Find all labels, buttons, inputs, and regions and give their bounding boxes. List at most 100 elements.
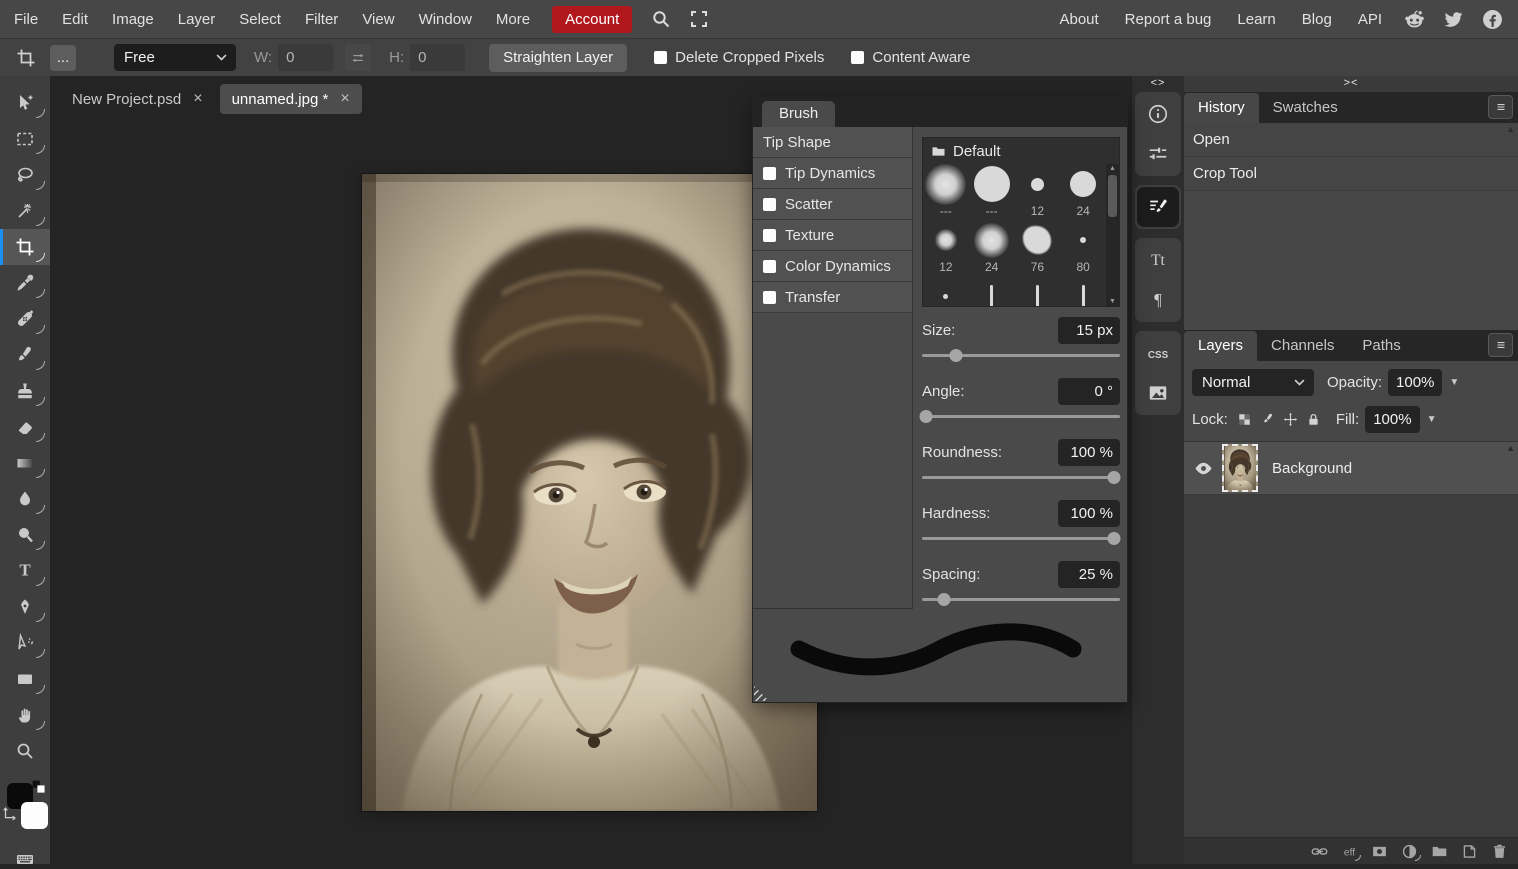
checkbox-box[interactable] <box>763 228 776 242</box>
brush-preset[interactable]: 12 <box>1015 164 1061 220</box>
dodge-tool[interactable] <box>0 517 50 553</box>
slider-thumb[interactable] <box>949 349 963 362</box>
link-report-a-bug[interactable]: Report a bug <box>1112 11 1225 28</box>
adjustment-button[interactable] <box>1401 843 1421 861</box>
history-menu-button[interactable] <box>1488 95 1513 119</box>
brush-section-color-dynamics[interactable]: Color Dynamics <box>753 251 912 282</box>
slider-value-input[interactable]: 15 px <box>1058 317 1120 344</box>
tool-presets-button[interactable]: ... <box>50 44 76 71</box>
path-select-tool[interactable] <box>0 625 50 661</box>
brush-section-transfer[interactable]: Transfer <box>753 282 912 313</box>
delete-button[interactable] <box>1491 843 1508 860</box>
layer-visibility-toggle[interactable] <box>1184 459 1222 478</box>
checkbox-box[interactable] <box>654 51 668 64</box>
brush-preset[interactable]: 24 <box>1060 164 1106 220</box>
canvas-photo[interactable] <box>362 174 817 811</box>
zoom-tool[interactable] <box>0 733 50 769</box>
slider-thumb[interactable] <box>937 593 951 606</box>
lock-all-button[interactable] <box>1306 412 1321 427</box>
slider-track[interactable] <box>922 531 1121 545</box>
preset-folder-row[interactable]: Default <box>923 138 1119 164</box>
layers-menu-button[interactable] <box>1488 333 1513 357</box>
slider-track[interactable] <box>922 348 1120 362</box>
slider-thumb[interactable] <box>1107 471 1121 484</box>
slider-value-input[interactable]: 25 % <box>1058 561 1120 588</box>
brush-preset[interactable]: 12 <box>923 220 969 276</box>
link-about[interactable]: About <box>1046 11 1111 28</box>
reddit-icon[interactable] <box>1404 9 1425 30</box>
scroll-down-icon[interactable]: ▼ <box>1106 298 1119 305</box>
paragraph-panel-button[interactable]: ¶ <box>1135 280 1181 320</box>
brush-preset[interactable] <box>923 276 969 306</box>
history-tab-swatches[interactable]: Swatches <box>1259 93 1352 123</box>
opacity-dropdown-icon[interactable]: ▼ <box>1449 377 1459 388</box>
document-tab-new-project-psd[interactable]: New Project.psd × <box>60 84 215 114</box>
brush-preset[interactable]: 76 <box>1015 220 1061 276</box>
opacity-value[interactable]: 100% <box>1388 369 1443 396</box>
css-panel-button[interactable]: CSS <box>1135 333 1181 373</box>
brush-preset[interactable]: --- <box>969 164 1015 220</box>
history-item-crop-tool[interactable]: Crop Tool <box>1184 157 1518 191</box>
slider-value-input[interactable]: 100 % <box>1058 439 1120 466</box>
close-icon[interactable]: × <box>193 91 202 107</box>
checkbox-delete-cropped-pixels[interactable]: Delete Cropped Pixels <box>654 49 824 66</box>
magic-wand-tool[interactable] <box>0 193 50 229</box>
account-button[interactable]: Account <box>552 5 633 33</box>
checkbox-box[interactable] <box>763 290 776 304</box>
slider-track[interactable] <box>919 409 1120 423</box>
clone-stamp-tool[interactable] <box>0 373 50 409</box>
document-tab-unnamed-jpg[interactable]: unnamed.jpg * × <box>219 84 362 114</box>
keyboard-shortcuts-button[interactable] <box>0 849 50 869</box>
lasso-tool[interactable] <box>0 157 50 193</box>
menu-file[interactable]: File <box>2 11 50 28</box>
swap-dimensions-button[interactable] <box>345 44 372 71</box>
checkbox-box[interactable] <box>851 51 865 64</box>
scroll-up-icon[interactable]: ▲ <box>1506 444 1515 453</box>
slider-track[interactable] <box>922 470 1121 484</box>
fill-dropdown-icon[interactable]: ▼ <box>1427 414 1437 425</box>
history-tab-history[interactable]: History <box>1184 93 1259 123</box>
menu-view[interactable]: View <box>350 11 406 28</box>
brush-section-tip-shape[interactable]: Tip Shape <box>753 127 912 158</box>
slider-value-input[interactable]: 0 ° <box>1058 378 1120 405</box>
menu-window[interactable]: Window <box>407 11 484 28</box>
checkbox-content-aware[interactable]: Content Aware <box>851 49 971 66</box>
panel-resize-handle[interactable] <box>754 686 769 701</box>
brush-settings-panel-button[interactable] <box>1137 187 1179 227</box>
new-layer-button[interactable] <box>1461 843 1478 860</box>
mask-button[interactable] <box>1371 843 1388 860</box>
color-swatches[interactable] <box>0 777 50 835</box>
height-input[interactable]: 0 <box>410 44 466 71</box>
eraser-tool[interactable] <box>0 409 50 445</box>
link-api[interactable]: API <box>1345 11 1395 28</box>
brush-panel-titlebar[interactable]: Brush <box>753 98 1127 127</box>
link-button[interactable] <box>1311 843 1328 860</box>
lock-paint-button[interactable] <box>1260 412 1275 427</box>
brush-panel-tab[interactable]: Brush <box>762 101 836 127</box>
hand-tool[interactable] <box>0 697 50 733</box>
scroll-up-icon[interactable]: ▲ <box>1506 125 1515 134</box>
search-icon[interactable] <box>651 9 671 29</box>
lock-move-button[interactable] <box>1283 412 1298 427</box>
width-input[interactable]: 0 <box>278 44 334 71</box>
twitter-icon[interactable] <box>1443 9 1464 30</box>
group-button[interactable] <box>1431 843 1448 860</box>
gradient-tool[interactable] <box>0 445 50 481</box>
layers-tab-channels[interactable]: Channels <box>1257 331 1348 361</box>
scroll-up-icon[interactable]: ▲ <box>1106 165 1119 172</box>
preset-scrollbar[interactable]: ▲ ▼ <box>1106 164 1119 306</box>
menu-filter[interactable]: Filter <box>293 11 350 28</box>
slider-value-input[interactable]: 100 % <box>1058 500 1120 527</box>
menu-edit[interactable]: Edit <box>50 11 100 28</box>
menu-select[interactable]: Select <box>227 11 293 28</box>
panels-collapse-toggle[interactable]: >< <box>1184 76 1518 92</box>
layers-tab-layers[interactable]: Layers <box>1184 331 1258 361</box>
slider-thumb[interactable] <box>919 410 933 423</box>
layer-thumbnail[interactable] <box>1222 444 1258 492</box>
checkbox-box[interactable] <box>763 259 776 273</box>
fill-value[interactable]: 100% <box>1365 406 1420 433</box>
slider-thumb[interactable] <box>1107 532 1121 545</box>
type-tool[interactable]: T <box>0 553 50 589</box>
brush-preset[interactable] <box>1060 276 1106 306</box>
brush-preset[interactable]: 24 <box>969 220 1015 276</box>
